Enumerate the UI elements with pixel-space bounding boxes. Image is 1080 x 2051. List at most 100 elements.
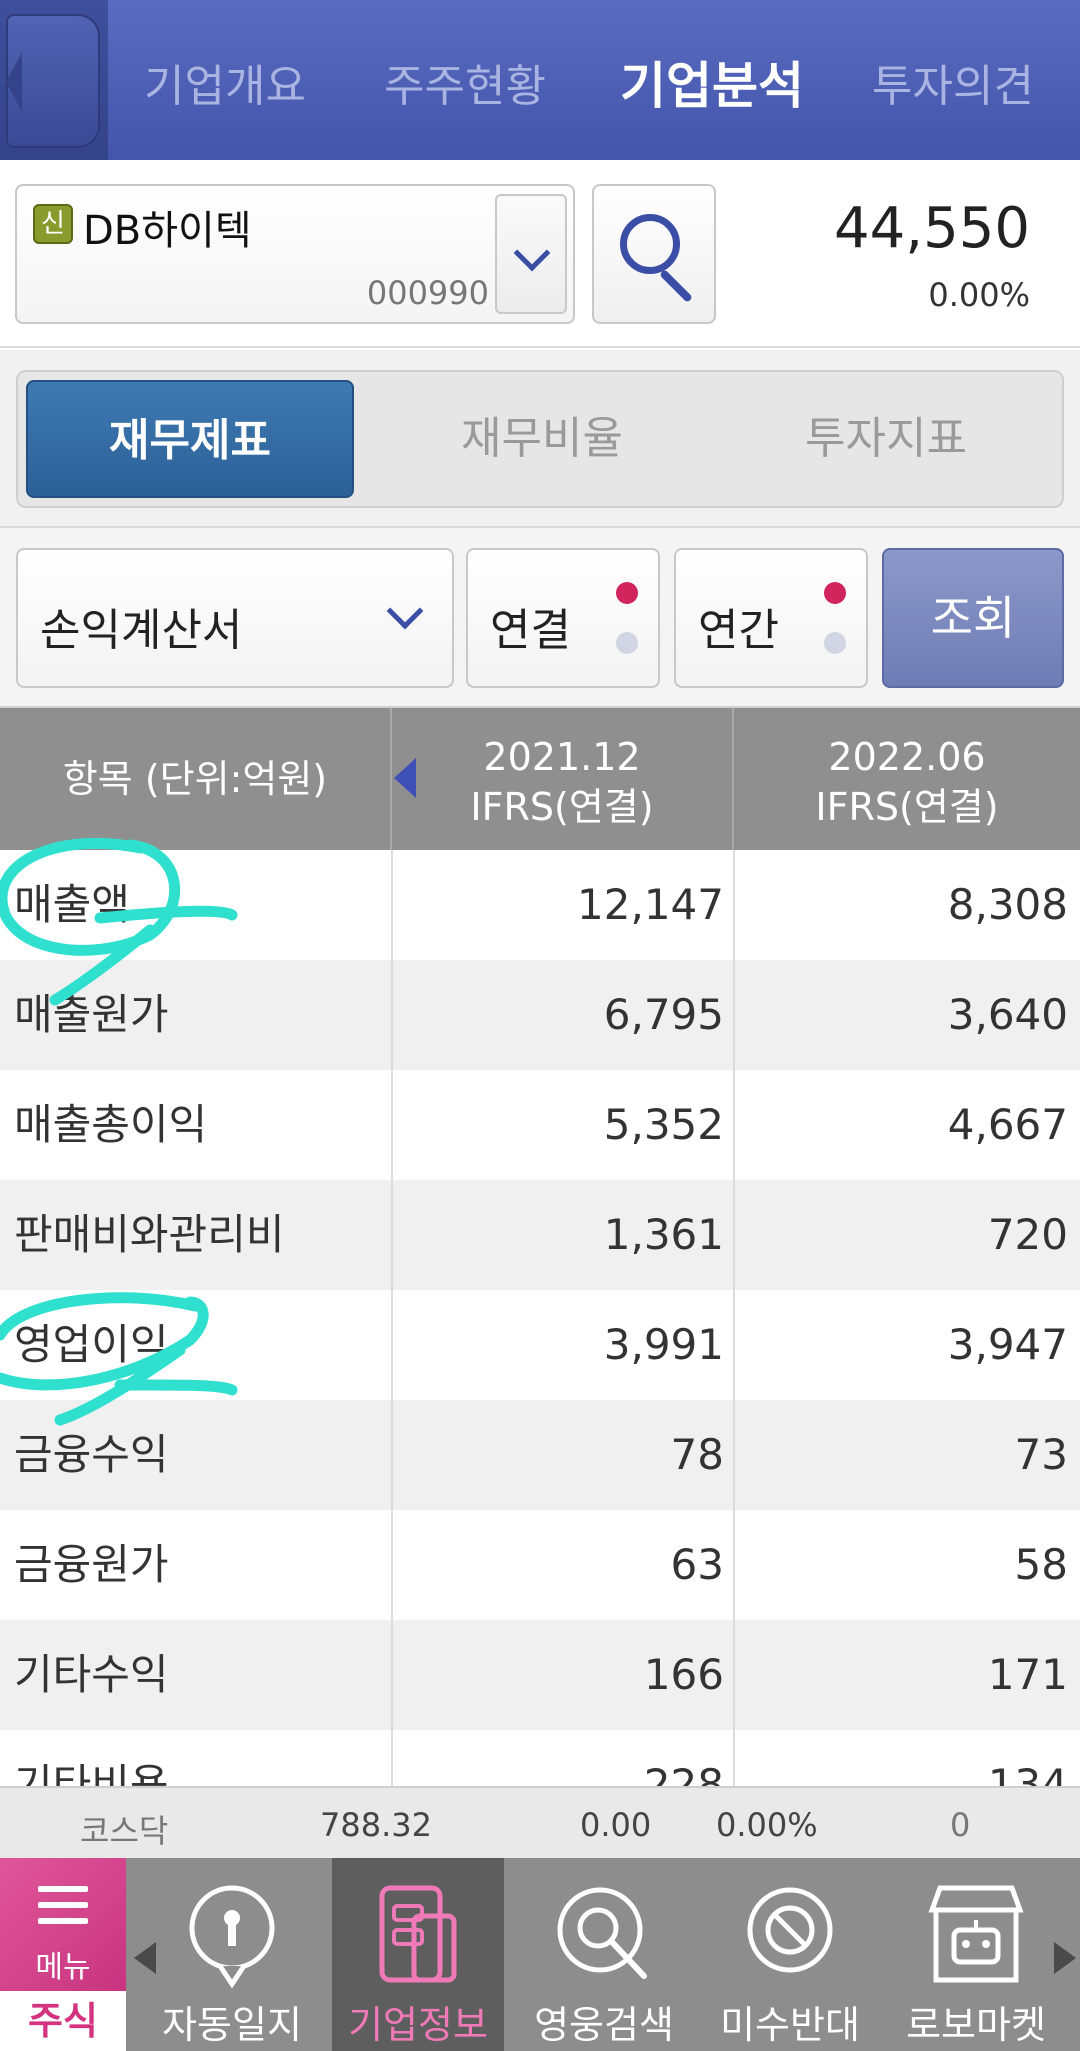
financial-table-body[interactable]: 매출액 12,147 8,308 매출원가 6,795 3,640 매출총이익 … bbox=[0, 850, 1080, 1786]
building-doc-icon bbox=[379, 1885, 457, 1983]
index-name: 코스닥 bbox=[80, 1812, 169, 1850]
nav-item-robo-market[interactable]: 로보마켓 bbox=[890, 1858, 1062, 2051]
tab-company-analysis[interactable]: 기업분석 bbox=[620, 46, 804, 118]
segment-investment-indicators[interactable]: 투자지표 bbox=[722, 380, 1050, 498]
column-header-period-1: 2021.12 IFRS(연결) bbox=[392, 708, 734, 850]
row-value-1: 1,361 bbox=[603, 1210, 724, 1259]
row-value-2: 73 bbox=[1014, 1430, 1068, 1479]
previous-period-arrow-icon[interactable] bbox=[394, 758, 416, 798]
bottom-navigation: 메뉴 주식 자동일지 기업정보 영웅검색 미수반대 로보마켓 bbox=[0, 1858, 1080, 2051]
nav-item-hero-search[interactable]: 영웅검색 bbox=[518, 1858, 690, 2051]
row-value-1: 166 bbox=[643, 1650, 724, 1699]
robot-store-icon bbox=[928, 1885, 1024, 1983]
nav-label: 기업정보 bbox=[348, 2003, 488, 2047]
table-row: 기타수익 166 171 bbox=[0, 1620, 1080, 1730]
segment-financial-ratios[interactable]: 재무비율 bbox=[378, 380, 706, 498]
tab-company-overview[interactable]: 기업개요 bbox=[144, 50, 306, 114]
period-label: 연간 bbox=[698, 605, 779, 656]
table-row: 금융원가 63 58 bbox=[0, 1510, 1080, 1620]
consolidation-toggle[interactable]: 연결 bbox=[466, 548, 660, 688]
statement-type-select[interactable]: 손익계산서 bbox=[16, 548, 454, 688]
table-row: 매출액 12,147 8,308 bbox=[0, 850, 1080, 960]
statement-type-label: 손익계산서 bbox=[40, 605, 243, 656]
segment-control: 재무제표 재무비율 투자지표 bbox=[16, 370, 1064, 508]
row-value-2: 58 bbox=[1014, 1540, 1068, 1589]
search-icon-handle bbox=[659, 269, 693, 303]
nav-scroll-right-icon[interactable] bbox=[1054, 1942, 1076, 1974]
table-row: 매출원가 6,795 3,640 bbox=[0, 960, 1080, 1070]
segment-financial-statements[interactable]: 재무제표 bbox=[26, 380, 354, 498]
nav-label: 로보마켓 bbox=[906, 2003, 1046, 2047]
top-header: 기업개요 주주현황 기업분석 투자의견 bbox=[0, 0, 1080, 160]
market-index-bar[interactable]: 코스닥 788.32 0.00 0.00% 0 bbox=[0, 1786, 1080, 1858]
row-item: 판매비와관리비 bbox=[14, 1210, 285, 1259]
toggle-dot-on bbox=[824, 582, 846, 604]
stock-dropdown-button[interactable] bbox=[495, 194, 567, 314]
period-toggle[interactable]: 연간 bbox=[674, 548, 868, 688]
search-icon bbox=[620, 214, 680, 274]
table-row: 판매비와관리비 1,361 720 bbox=[0, 1180, 1080, 1290]
chevron-down-icon bbox=[386, 592, 424, 630]
back-button[interactable] bbox=[0, 0, 108, 160]
report-type-segment: 재무제표 재무비율 투자지표 bbox=[0, 350, 1080, 528]
nav-label: 자동일지 bbox=[162, 2003, 302, 2047]
row-value-2: 3,947 bbox=[947, 1320, 1068, 1369]
nav-item-company-info[interactable]: 기업정보 bbox=[332, 1858, 504, 2051]
row-value-1: 3,991 bbox=[603, 1320, 724, 1369]
column-divider bbox=[391, 850, 393, 1786]
column-header-item: 항목 (단위:억원) bbox=[0, 708, 392, 850]
row-item: 기타비용 bbox=[14, 1760, 169, 1786]
table-row: 영업이익 3,991 3,947 bbox=[0, 1290, 1080, 1400]
index-volume: 0 bbox=[950, 1806, 971, 1844]
row-value-2: 134 bbox=[987, 1760, 1068, 1786]
row-value-2: 8,308 bbox=[947, 880, 1068, 929]
table-row: 금융수익 78 73 bbox=[0, 1400, 1080, 1510]
nav-item-unpaid-opposition[interactable]: 미수반대 bbox=[704, 1858, 876, 2051]
nav-label: 미수반대 bbox=[720, 2003, 860, 2047]
stock-selector-row: 신 DB하이텍 000990 44,550 0.00% bbox=[0, 160, 1080, 348]
index-change: 0.00 bbox=[580, 1806, 652, 1844]
toggle-dot-off bbox=[616, 632, 638, 654]
row-item: 금융원가 bbox=[14, 1540, 169, 1589]
row-item: 매출액 bbox=[14, 880, 130, 929]
row-value-2: 171 bbox=[987, 1650, 1068, 1699]
table-row: 기타비용 228 134 bbox=[0, 1730, 1080, 1786]
current-price: 44,550 bbox=[834, 196, 1030, 261]
stock-name-field[interactable]: 신 DB하이텍 000990 bbox=[15, 184, 575, 324]
row-item: 금융수익 bbox=[14, 1430, 169, 1479]
row-value-1: 78 bbox=[670, 1430, 724, 1479]
stock-code: 000990 bbox=[366, 274, 489, 312]
prohibit-icon bbox=[747, 1887, 833, 1973]
row-value-2: 3,640 bbox=[947, 990, 1068, 1039]
hamburger-icon bbox=[38, 1886, 88, 1926]
menu-button[interactable]: 메뉴 bbox=[0, 1858, 126, 1991]
row-value-1: 228 bbox=[643, 1760, 724, 1786]
back-arrow-icon bbox=[6, 14, 100, 148]
column-period: 2022.06 bbox=[828, 735, 986, 779]
filter-row: 손익계산서 연결 연간 조회 bbox=[0, 528, 1080, 708]
credit-badge: 신 bbox=[33, 204, 73, 244]
section-stock-label[interactable]: 주식 bbox=[0, 1991, 126, 2051]
tab-shareholders[interactable]: 주주현황 bbox=[384, 50, 546, 114]
stock-search-button[interactable] bbox=[592, 184, 716, 324]
index-change-percent: 0.00% bbox=[716, 1806, 818, 1844]
column-header-period-2: 2022.06 IFRS(연결) bbox=[734, 708, 1080, 850]
row-item: 매출원가 bbox=[14, 990, 169, 1039]
nav-item-auto-journal[interactable]: 자동일지 bbox=[146, 1858, 318, 2051]
stock-name: DB하이텍 bbox=[83, 208, 252, 254]
row-value-1: 63 bbox=[670, 1540, 724, 1589]
consolidation-label: 연결 bbox=[490, 605, 571, 656]
tab-investment-opinion[interactable]: 투자의견 bbox=[872, 50, 1034, 114]
search-icon bbox=[557, 1887, 647, 1979]
row-value-1: 6,795 bbox=[603, 990, 724, 1039]
column-basis: IFRS(연결) bbox=[470, 785, 654, 829]
query-button[interactable]: 조회 bbox=[882, 548, 1064, 688]
pin-bubble-icon bbox=[189, 1885, 275, 1989]
row-item: 매출총이익 bbox=[14, 1100, 208, 1149]
toggle-dot-on bbox=[616, 582, 638, 604]
row-item: 영업이익 bbox=[14, 1320, 169, 1369]
menu-label: 메뉴 bbox=[35, 1950, 91, 1985]
price-change: 0.00% bbox=[928, 276, 1030, 314]
row-value-2: 4,667 bbox=[947, 1100, 1068, 1149]
column-basis: IFRS(연결) bbox=[815, 785, 999, 829]
